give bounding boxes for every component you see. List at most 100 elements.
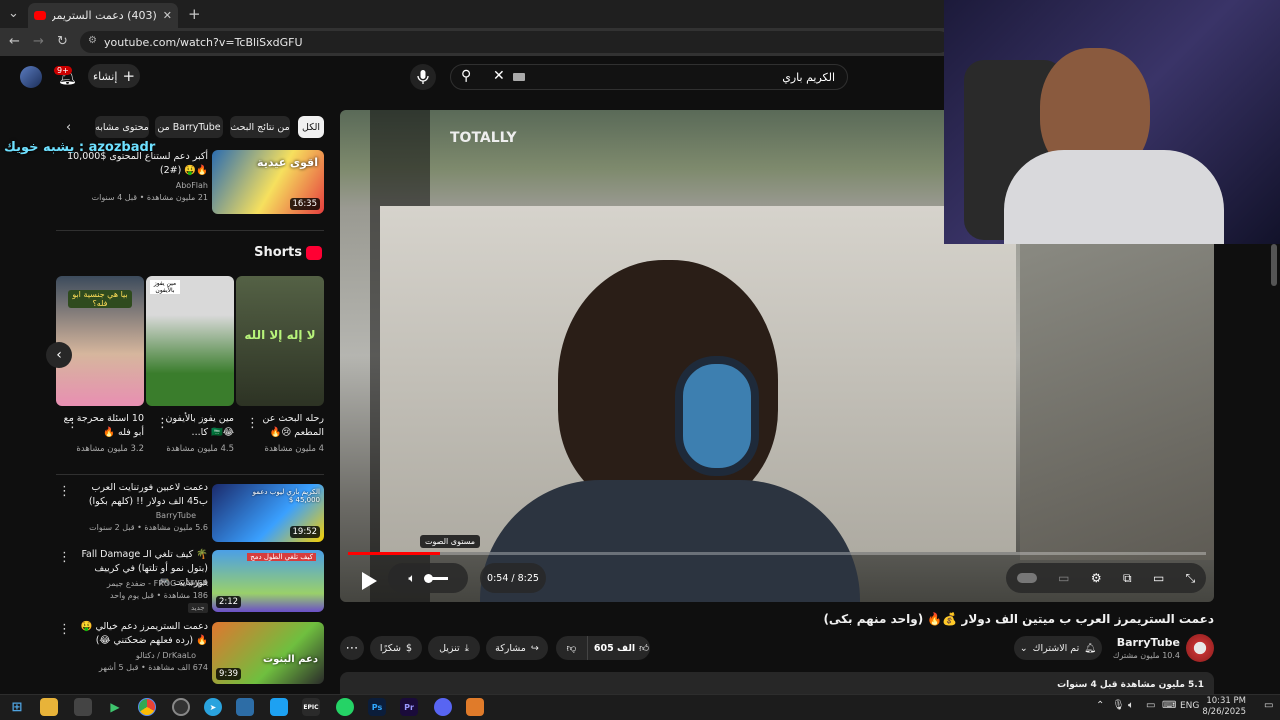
miniplayer-icon[interactable]: ⧉	[1123, 571, 1132, 586]
progress-track[interactable]	[348, 552, 1206, 555]
video-title[interactable]: دعمت الستريمرز دعم خيالي 🤑🔥 (رده فعلهم ض…	[80, 620, 208, 648]
short-thumbnail[interactable]: لا إله إلا الله	[236, 276, 324, 406]
tab-close-icon[interactable]: ✕	[163, 9, 172, 22]
twitter-icon[interactable]	[270, 698, 288, 716]
discord-icon[interactable]	[434, 698, 452, 716]
thanks-button[interactable]: شكرًا $	[370, 636, 422, 660]
new-tab-icon[interactable]: +	[188, 5, 201, 23]
more-options-icon[interactable]: ⋮	[58, 550, 71, 565]
video-thumbnail[interactable]: الكريم باري ليوب دعمو 45,000 $ 19:52	[212, 484, 324, 542]
search-input[interactable]: ⚲ ✕ الكريم باري	[450, 64, 848, 90]
video-title[interactable]: دعمت لاعبين فورتنايت العرب ب45 الف دولار…	[80, 481, 208, 509]
play-button[interactable]	[354, 566, 384, 596]
avatar[interactable]	[20, 66, 42, 88]
keyboard-tray-icon[interactable]: ⌨	[1162, 700, 1176, 711]
create-button[interactable]: إنشاء +	[88, 64, 140, 88]
settings-gear-icon[interactable]: ⚙	[1091, 571, 1102, 585]
chips-scroll-left-icon[interactable]: ‹	[66, 120, 71, 135]
more-options-icon[interactable]: ⋮	[58, 622, 71, 637]
video-thumbnail[interactable]: اقوى عيدية 16:35	[212, 150, 324, 214]
chip-all[interactable]: الكل	[298, 116, 324, 138]
telegram-icon[interactable]: ➤	[204, 698, 222, 716]
site-info-icon[interactable]: ⚙	[88, 35, 97, 46]
whatsapp-icon[interactable]	[336, 698, 354, 716]
volume-knob[interactable]	[423, 573, 433, 583]
tray-overflow-icon[interactable]: ⌃	[1096, 700, 1104, 711]
more-options-icon[interactable]: ⋮	[66, 416, 79, 431]
description-meta: 5.1 مليون مشاهدة قبل 4 سنوات	[1057, 680, 1204, 690]
short-thumb-text: بيا هي جنسية ابو فله؟	[68, 290, 132, 308]
windows-start-icon[interactable]: ⊞	[8, 698, 26, 716]
premiere-icon[interactable]: Pr	[400, 698, 418, 716]
video-title[interactable]: أكبر دعم لستناع المحتوى $10,000 🔥🤑 (#2)	[60, 150, 208, 178]
back-icon[interactable]: ←	[9, 34, 20, 49]
like-button[interactable]: 605 الف 👍︎	[593, 642, 650, 655]
thumbs-up-icon: 👍︎	[639, 643, 650, 654]
shorts-logo-icon	[306, 246, 322, 260]
thanks-label: شكرًا	[379, 642, 402, 654]
clear-search-icon[interactable]: ✕	[493, 68, 505, 84]
subtitles-icon[interactable]: ▭	[1058, 571, 1069, 585]
address-bar[interactable]: ⚙ youtube.com/watch?v=TcBliSxdGFU	[80, 31, 950, 53]
channel-name[interactable]: BarryTube	[80, 510, 196, 522]
tab-list-chevron-icon[interactable]: ⌄	[8, 6, 19, 21]
app-icon[interactable]	[466, 698, 484, 716]
right-controls: ▭ ⚙ ⧉ ▭ ⤡	[1006, 563, 1206, 593]
clock[interactable]: 10:31 PM 8/26/2025	[1202, 696, 1246, 718]
chip-similar[interactable]: محتوى مشابه	[95, 116, 149, 138]
tab-title: (403) دعمت الستريمرز العرب ب	[52, 9, 157, 22]
volume-control[interactable]: 🔈︎	[388, 563, 468, 593]
file-explorer-icon[interactable]	[40, 698, 58, 716]
thanks-icon: $	[406, 642, 413, 654]
search-icon[interactable]: ⚲	[461, 68, 471, 84]
forward-icon[interactable]: →	[33, 34, 44, 49]
fullscreen-icon[interactable]: ⤡	[1186, 571, 1196, 586]
media-player-icon[interactable]: ▶	[106, 698, 124, 716]
more-horizontal-icon: ⋯	[345, 640, 359, 656]
video-thumbnail[interactable]: كيف تلغي الطول دمج 2:12	[212, 550, 324, 612]
more-options-icon[interactable]: ⋮	[58, 484, 71, 499]
subscribed-button[interactable]: ⌄ تم الاشتراك 🔔︎	[1014, 636, 1102, 660]
more-options-icon[interactable]: ⋮	[246, 416, 259, 431]
chip-from-search[interactable]: من نتائج البحث	[230, 116, 290, 138]
shorts-prev-button[interactable]: ‹	[46, 342, 72, 368]
short-thumbnail[interactable]: بيا هي جنسية ابو فله؟	[56, 276, 144, 406]
calculator-icon[interactable]	[74, 698, 92, 716]
reload-icon[interactable]: ↻	[57, 34, 68, 49]
language-indicator[interactable]: ENG	[1180, 701, 1199, 711]
volume-tray-icon[interactable]: 🔈︎	[1128, 700, 1134, 711]
dislike-button[interactable]: 👎︎	[556, 636, 588, 660]
more-actions-button[interactable]: ⋯	[340, 636, 364, 660]
channel-name[interactable]: DrKaaLo / دكتالو	[80, 650, 196, 662]
photoshop-icon[interactable]: Ps	[368, 698, 386, 716]
short-thumbnail[interactable]: مين يفوز بالأيفون	[146, 276, 234, 406]
keyboard-icon[interactable]	[513, 73, 525, 81]
more-options-icon[interactable]: ⋮	[156, 416, 169, 431]
channel-name[interactable]: AboFlah	[60, 180, 208, 192]
epic-games-icon[interactable]: EPIC	[302, 698, 320, 716]
theater-mode-icon[interactable]: ▭	[1153, 571, 1164, 585]
network-tray-icon[interactable]: ▭	[1146, 700, 1155, 711]
volume-slider[interactable]	[423, 573, 448, 583]
channel-title[interactable]: BarryTube	[1110, 636, 1180, 649]
notification-center-icon[interactable]: ▭	[1264, 700, 1273, 711]
page-scrollbar[interactable]	[1271, 244, 1277, 286]
chrome-icon[interactable]	[138, 698, 156, 716]
video-thumbnail[interactable]: دعم البنوت 9:39	[212, 622, 324, 684]
app-icon[interactable]	[236, 698, 254, 716]
search-value: الكريم باري	[782, 70, 835, 84]
download-button[interactable]: تنزيل ⤓	[428, 636, 480, 660]
autoplay-toggle-icon[interactable]	[1016, 573, 1037, 583]
channel-avatar[interactable]	[1186, 634, 1214, 662]
time-display: 0:54 / 8:25	[480, 563, 546, 593]
chip-from-channel[interactable]: من BarryTube	[155, 116, 223, 138]
share-button[interactable]: مشاركة ↪	[486, 636, 548, 660]
browser-tab[interactable]: (403) دعمت الستريمرز العرب ب ✕	[28, 3, 178, 28]
game-frame	[1020, 240, 1214, 560]
mic-icon	[417, 70, 429, 84]
microphone-tray-icon[interactable]: 🎙︎	[1112, 700, 1125, 711]
obs-icon[interactable]	[172, 698, 190, 716]
voice-search-button[interactable]	[410, 64, 436, 90]
channel-name[interactable]: FROG GAMER - ضفدع جيمر	[80, 578, 208, 590]
divider	[56, 230, 324, 231]
